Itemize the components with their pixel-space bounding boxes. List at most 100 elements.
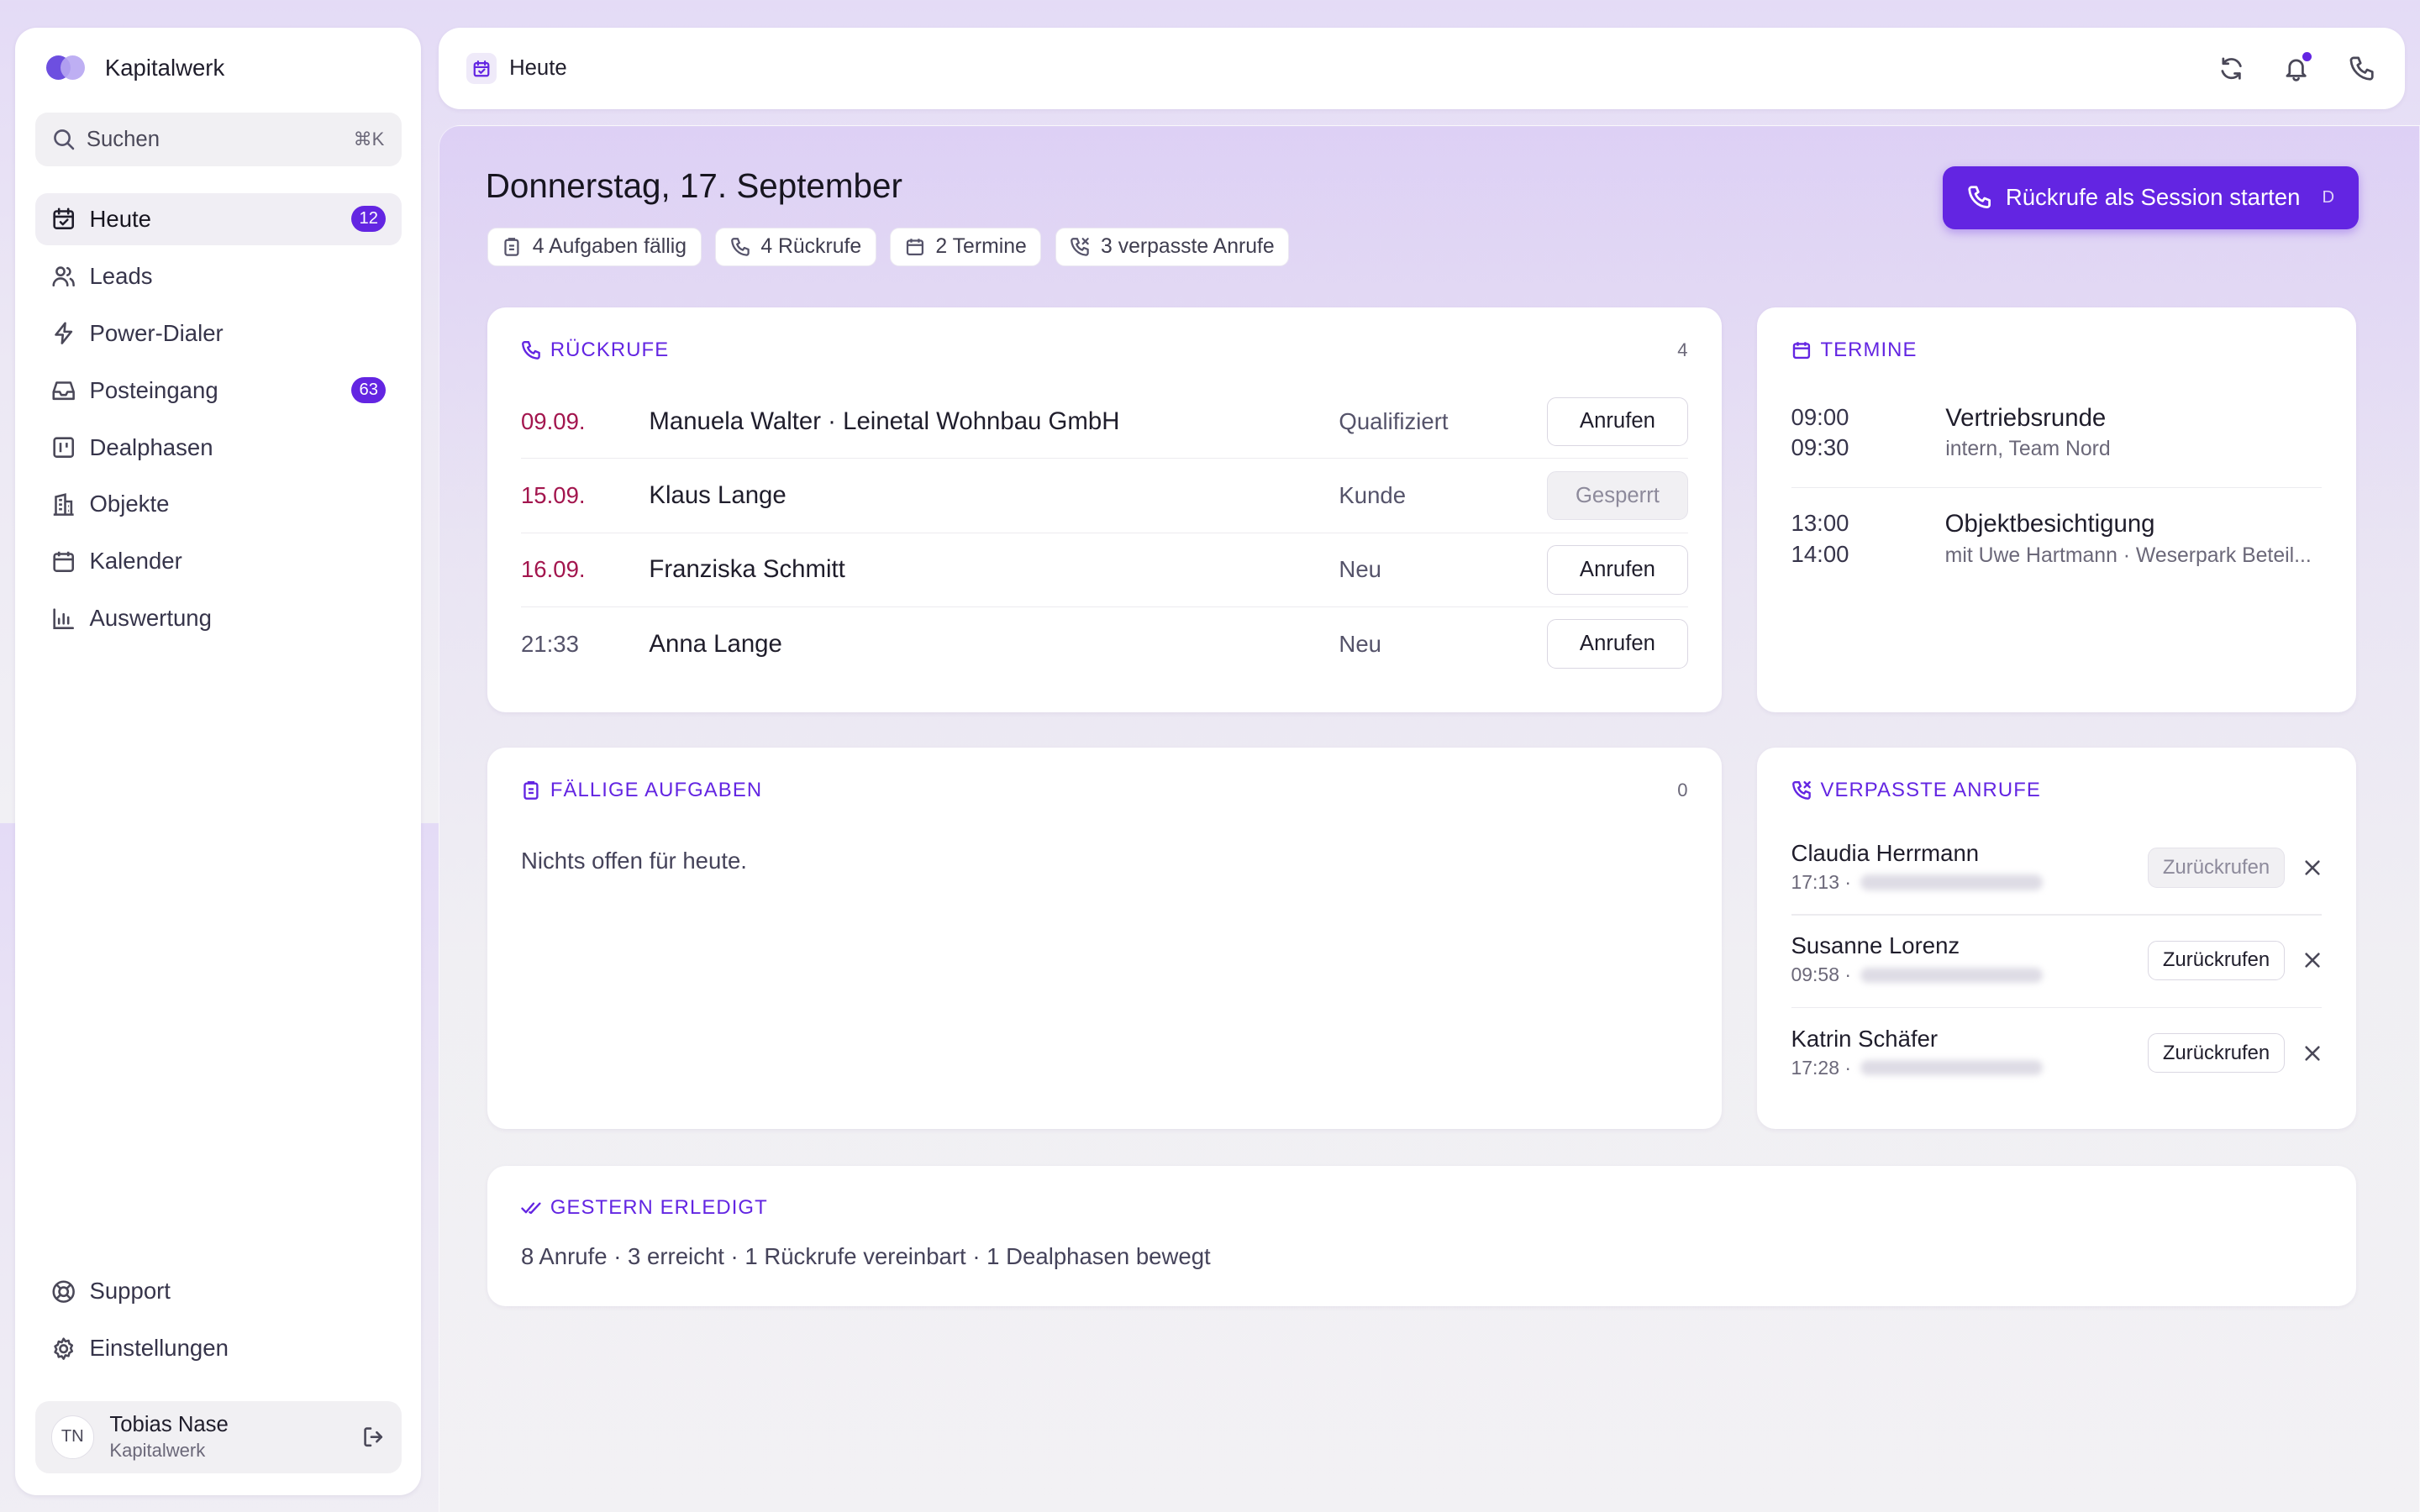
card-title: RÜCKRUFE [550, 339, 670, 362]
callback-status: Neu [1339, 556, 1381, 583]
callback-name: Anna Lange [649, 629, 782, 658]
sidebar-item-einstellungen[interactable]: Einstellungen [35, 1322, 401, 1374]
empty-state: Nichts offen für heute. [520, 848, 747, 874]
call-meta: 09:58 · [1791, 961, 2148, 989]
phone-icon [730, 238, 750, 256]
callback-date: 09.09. [520, 407, 586, 434]
sidebar-item-label: Objekte [89, 491, 170, 517]
sidebar-item-label: Heute [89, 205, 151, 232]
user-name: Tobias Nase [109, 1413, 229, 1437]
clipboard-icon [523, 780, 539, 800]
list-item[interactable]: Claudia Herrmann 17:13 · Zurückrufen [1791, 822, 2323, 914]
sidebar-item-dealphasen[interactable]: Dealphasen [35, 421, 401, 473]
close-icon[interactable] [2303, 1044, 2322, 1063]
double-check-icon [521, 1202, 541, 1215]
caller-name: Katrin Schäfer [1791, 1025, 1939, 1052]
call-button[interactable]: Anrufen [1547, 544, 1688, 595]
event-title: Objektbesichtigung [1944, 510, 2155, 538]
count-badge: 63 [351, 376, 387, 404]
sidebar-nav: Heute 12 Leads Power-Dialer Posteingang … [35, 192, 402, 650]
notifications-button[interactable] [2281, 51, 2312, 84]
summary-chips: 4 Aufgaben fällig 4 Rückrufe 2 Termine 3… [487, 227, 1290, 266]
start-session-label: Rückrufe als Session starten [2005, 184, 2301, 211]
call-button[interactable]: Anrufen [1547, 396, 1688, 447]
event-end: 14:00 [1791, 540, 1849, 567]
card-header: FÄLLIGE AUFGABEN 0 [521, 779, 1688, 802]
sidebar-item-label: Dealphasen [89, 433, 213, 460]
logout-icon[interactable] [361, 1425, 386, 1449]
calendar-icon [1792, 342, 1810, 360]
sidebar-item-posteingang[interactable]: Posteingang 63 [35, 364, 401, 416]
table-row[interactable]: 15.09. Klaus Lange Kunde Gesperrt [520, 459, 1688, 533]
list-item[interactable]: Susanne Lorenz 09:58 · Zurückrufen [1791, 914, 2323, 1006]
page-title: Heute [509, 56, 567, 81]
yesterday-summary: 8 Anrufe · 3 erreicht · 1 Rückrufe verei… [520, 1242, 1211, 1269]
close-icon[interactable] [2303, 858, 2322, 877]
event-subtitle: intern, Team Nord [1945, 438, 2111, 461]
sidebar-item-power-dialer[interactable]: Power-Dialer [35, 307, 401, 359]
callback-button[interactable]: Zurückrufen [2147, 1032, 2286, 1074]
event-details: Objektbesichtigung mit Uwe Hartmann · We… [1945, 508, 2323, 615]
card-title: VERPASSTE ANRUFE [1820, 778, 2041, 801]
search-placeholder: Suchen [86, 127, 160, 151]
callback-name: Klaus Lange [649, 481, 786, 510]
chip-missed-calls[interactable]: 3 verpasste Anrufe [1055, 227, 1290, 266]
card-header: VERPASSTE ANRUFE [1791, 779, 2323, 802]
sidebar-item-kalender[interactable]: Kalender [35, 535, 401, 587]
calendar-check-icon [52, 207, 74, 230]
user-org: Kapitalwerk [109, 1439, 206, 1461]
user-info: Tobias Nase Kapitalwerk [109, 1412, 360, 1462]
callbacks-card: RÜCKRUFE 4 09.09. Manuela Walter · Leine… [487, 307, 1722, 712]
table-row[interactable]: 21:33 Anna Lange Neu Anrufen [521, 607, 1688, 681]
event-times: 09:00 09:30 [1791, 402, 1946, 509]
shortcut-key: D [2322, 187, 2335, 207]
list-item[interactable]: 13:00 14:00 Objektbesichtigung mit Uwe H… [1791, 508, 2323, 615]
start-session-button[interactable]: Rückrufe als Session starten D [1942, 165, 2360, 229]
call-button[interactable]: Anrufen [1547, 619, 1688, 669]
sidebar-item-objekte[interactable]: Objekte [35, 478, 401, 530]
locked-button: Gesperrt [1547, 470, 1688, 521]
phone-button[interactable] [2346, 53, 2377, 84]
caller-name: Claudia Herrmann [1791, 840, 1980, 867]
refresh-button[interactable] [2217, 53, 2248, 84]
table-row[interactable]: 16.09. Franziska Schmitt Neu Anrufen [520, 533, 1688, 607]
sidebar-item-label: Leads [89, 262, 153, 289]
kanban-icon [52, 437, 74, 458]
card-count: 0 [1677, 779, 1688, 801]
sidebar-item-label: Einstellungen [89, 1335, 229, 1362]
count-badge: 12 [351, 206, 387, 233]
table-row[interactable]: 09.09. Manuela Walter · Leinetal Wohnbau… [520, 385, 1688, 459]
phone-missed-icon [1791, 780, 1811, 800]
sidebar-item-support[interactable]: Support [35, 1265, 401, 1317]
search-shortcut: ⌘K [353, 129, 385, 150]
callback-date: 15.09. [520, 482, 586, 509]
search-icon [54, 129, 75, 150]
sidebar-item-auswertung[interactable]: Auswertung [35, 592, 401, 644]
callback-name: Franziska Schmitt [649, 555, 845, 584]
list-item[interactable]: 09:00 09:30 Vertriebsrunde intern, Team … [1791, 402, 2323, 509]
redacted-number [1860, 967, 2043, 984]
chip-callbacks[interactable]: 4 Rückrufe [715, 227, 876, 266]
card-header: RÜCKRUFE 4 [521, 339, 1688, 362]
user-card[interactable]: TN Tobias Nase Kapitalwerk [35, 1400, 402, 1474]
sidebar-item-label: Power-Dialer [89, 319, 224, 346]
call-meta: 17:13 · [1791, 869, 2148, 896]
call-time: 09:58 · [1791, 963, 1851, 986]
topbar-actions [2217, 51, 2377, 84]
callback-button[interactable]: Zurückrufen [2147, 940, 2286, 981]
search-input[interactable]: Suchen ⌘K [35, 113, 402, 167]
brand[interactable]: Kapitalwerk [46, 54, 224, 81]
list-item[interactable]: Katrin Schäfer 17:28 · Zurückrufen [1791, 1007, 2323, 1100]
close-icon[interactable] [2303, 951, 2322, 969]
event-times: 13:00 14:00 [1791, 508, 1945, 615]
sidebar-item-leads[interactable]: Leads [35, 250, 401, 302]
lifebuoy-icon [52, 1280, 75, 1303]
chip-tasks[interactable]: 4 Aufgaben fällig [487, 227, 702, 266]
chip-appointments[interactable]: 2 Termine [890, 227, 1042, 266]
missed-calls-card: VERPASSTE ANRUFE Claudia Herrmann 17:13 … [1757, 747, 2356, 1129]
sidebar-item-heute[interactable]: Heute 12 [35, 192, 402, 245]
callback-status: Neu [1339, 630, 1381, 657]
topbar: Heute [438, 28, 2405, 110]
card-header: GESTERN ERLEDIGT [521, 1196, 2322, 1220]
lightning-icon [54, 322, 72, 344]
